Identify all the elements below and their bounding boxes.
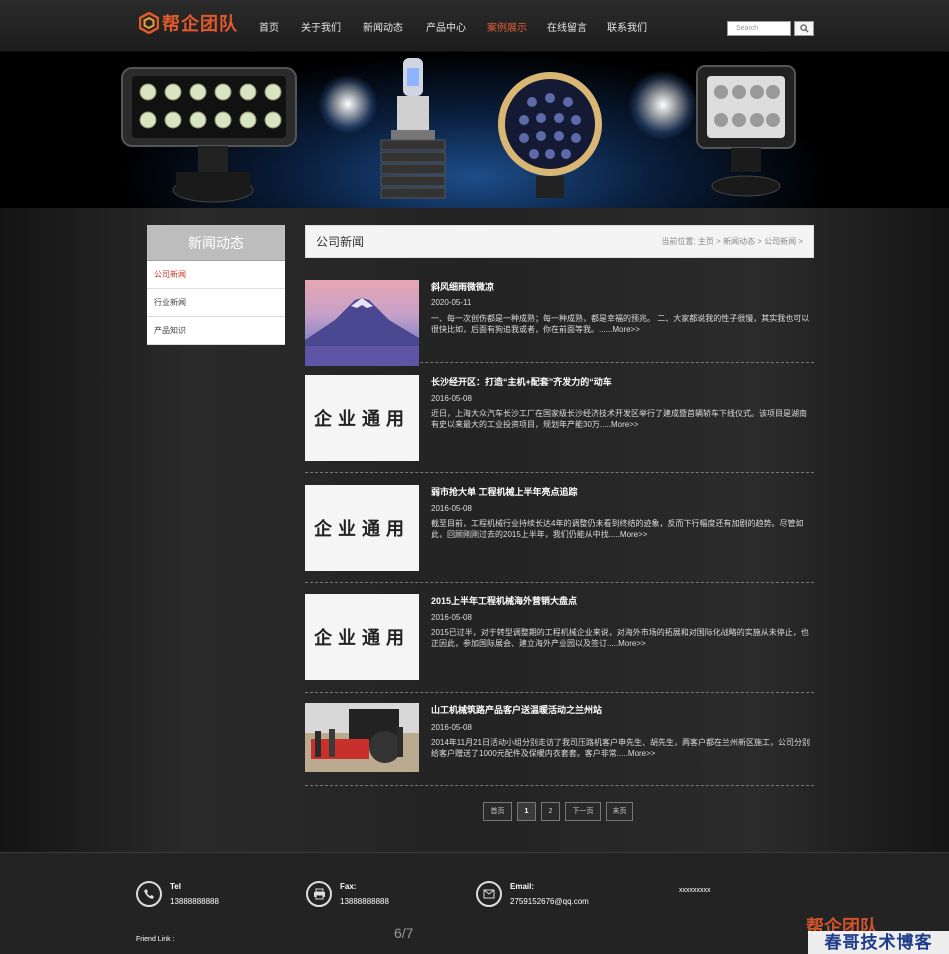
- news-item: 企业通用 弱市抢大单 工程机械上半年亮点追踪 2016-05-08 截至目前，工…: [305, 474, 814, 583]
- nav-home[interactable]: 首页: [248, 0, 290, 52]
- fax-label: Fax:: [340, 882, 357, 891]
- breadcrumb[interactable]: 当前位置: 主页 > 新闻动态 > 公司新闻 >: [661, 226, 803, 258]
- page-title: 公司新闻: [316, 235, 365, 249]
- site-logo[interactable]: 帮企团队: [139, 10, 238, 36]
- page-2-button[interactable]: 2: [541, 802, 560, 821]
- page-next-button[interactable]: 下一页: [565, 802, 601, 821]
- sidebar-item-product-knowledge[interactable]: 产品知识: [147, 317, 285, 345]
- news-item: 山工机械筑路产品客户送温暖活动之兰州站 2016-05-08 2014年11月2…: [305, 694, 814, 786]
- content-header: 公司新闻 当前位置: 主页 > 新闻动态 > 公司新闻 >: [305, 225, 814, 258]
- news-thumbnail[interactable]: 企业通用: [305, 375, 419, 461]
- page-1-button[interactable]: 1: [517, 802, 536, 821]
- phone-icon: [136, 881, 162, 907]
- machine-photo: [305, 703, 419, 772]
- news-item: 斜风细雨微微凉 2020-05-11 一、每一次创伤都是一种成熟；每一种成熟，都…: [305, 270, 814, 366]
- logo-hexagon-icon: [139, 12, 159, 34]
- fax-value: 13888888888: [340, 897, 389, 906]
- news-description: 2014年11月21日活动小组分别走访了我司压路机客户申先生、胡先生，两客户都在…: [431, 738, 810, 758]
- site-footer: Tel 13888888888 Fax: 13888888888 Email: …: [0, 852, 949, 954]
- thumbnail-placeholder-text: 企业通用: [314, 628, 410, 649]
- square-work-light-illustration: [696, 65, 796, 197]
- hero-banner: [0, 52, 949, 208]
- news-description: 一、每一次创伤都是一种成熟；每一种成熟，都是幸福的预兆。 二、大家都说我的性子很…: [431, 314, 810, 334]
- logo-text: 帮企团队: [162, 14, 238, 35]
- printer-icon: [306, 881, 332, 907]
- tel-label: Tel: [170, 882, 181, 891]
- page-last-button[interactable]: 末页: [606, 802, 633, 821]
- news-description: 近日，上海大众汽车长沙工厂在国家级长沙经济技术开发区举行了建成暨首辆轿车下线仪式…: [431, 409, 807, 429]
- nav-news[interactable]: 新闻动态: [352, 0, 414, 52]
- news-date: 2020-05-11: [431, 298, 472, 307]
- email-value[interactable]: 2759152676@qq.com: [510, 897, 589, 906]
- news-date: 2016-05-08: [431, 394, 472, 403]
- led-bulb-illustration: [380, 58, 446, 199]
- page-first-button[interactable]: 首页: [483, 802, 512, 821]
- site-header: 帮企团队 首页 关于我们 新闻动态 产品中心 案例展示 在线留言 联系我们 Se…: [0, 0, 949, 52]
- news-thumbnail[interactable]: 企业通用: [305, 485, 419, 571]
- round-work-light-illustration: [498, 72, 602, 198]
- nav-contact[interactable]: 联系我们: [598, 0, 656, 52]
- news-title[interactable]: 长沙经开区：打造“主机+配套”齐发力的“动车: [431, 375, 612, 388]
- thumbnail-placeholder-text: 企业通用: [314, 409, 410, 430]
- envelope-icon: [476, 881, 502, 907]
- news-date: 2016-05-08: [431, 723, 472, 732]
- news-title[interactable]: 山工机械筑路产品客户送温暖活动之兰州站: [431, 703, 602, 716]
- sidebar-title: 新闻动态: [147, 225, 285, 261]
- nav-about[interactable]: 关于我们: [290, 0, 352, 52]
- sidebar: 新闻动态 公司新闻 行业新闻 产品知识: [147, 225, 285, 345]
- nav-products[interactable]: 产品中心: [414, 0, 478, 52]
- tel-value: 13888888888: [170, 897, 219, 906]
- news-title[interactable]: 2015上半年工程机械海外营销大盘点: [431, 594, 577, 607]
- news-description: 截至目前，工程机械行业持续长达4年的调整仍未看到终结的迹象，反而下行幅度还有加剧…: [431, 519, 804, 539]
- friend-link-label: Friend Link :: [136, 936, 175, 943]
- news-date: 2016-05-08: [431, 504, 472, 513]
- news-item: 企业通用 长沙经开区：打造“主机+配套”齐发力的“动车 2016-05-08 近…: [305, 364, 814, 473]
- thumbnail-placeholder-text: 企业通用: [314, 519, 410, 540]
- news-date: 2016-05-08: [431, 613, 472, 622]
- nav-cases[interactable]: 案例展示: [478, 0, 536, 52]
- led-bar-light-illustration: [121, 67, 297, 203]
- sidebar-item-industry-news[interactable]: 行业新闻: [147, 289, 285, 317]
- search-input[interactable]: Search: [727, 21, 791, 36]
- mountain-photo: [305, 298, 419, 366]
- watermark-blog-name: 春哥技术博客: [808, 931, 949, 954]
- news-title[interactable]: 斜风细雨微微凉: [431, 280, 494, 293]
- footer-extra-text: xxxxxxxxx: [679, 887, 711, 894]
- sidebar-item-company-news[interactable]: 公司新闻: [147, 261, 285, 289]
- news-thumbnail[interactable]: 企业通用: [305, 594, 419, 680]
- news-thumbnail[interactable]: [305, 703, 419, 772]
- news-description: 2015已过半，对于转型调整期的工程机械企业来说，对海外市场的拓展和对国际化战略…: [431, 628, 809, 648]
- search-button[interactable]: [794, 21, 814, 36]
- news-item: 企业通用 2015上半年工程机械海外营销大盘点 2016-05-08 2015已…: [305, 584, 814, 693]
- pagination: 首页 1 2 下一页 末页: [483, 802, 638, 821]
- main-nav: 首页 关于我们 新闻动态 产品中心 案例展示 在线留言 联系我们: [248, 0, 656, 52]
- email-label: Email:: [510, 882, 535, 891]
- news-thumbnail[interactable]: [305, 280, 419, 366]
- page-counter: 6/7: [394, 925, 414, 941]
- nav-message[interactable]: 在线留言: [536, 0, 598, 52]
- search-icon: [799, 24, 809, 33]
- banner-image: [118, 52, 830, 208]
- news-title[interactable]: 弱市抢大单 工程机械上半年亮点追踪: [431, 485, 578, 498]
